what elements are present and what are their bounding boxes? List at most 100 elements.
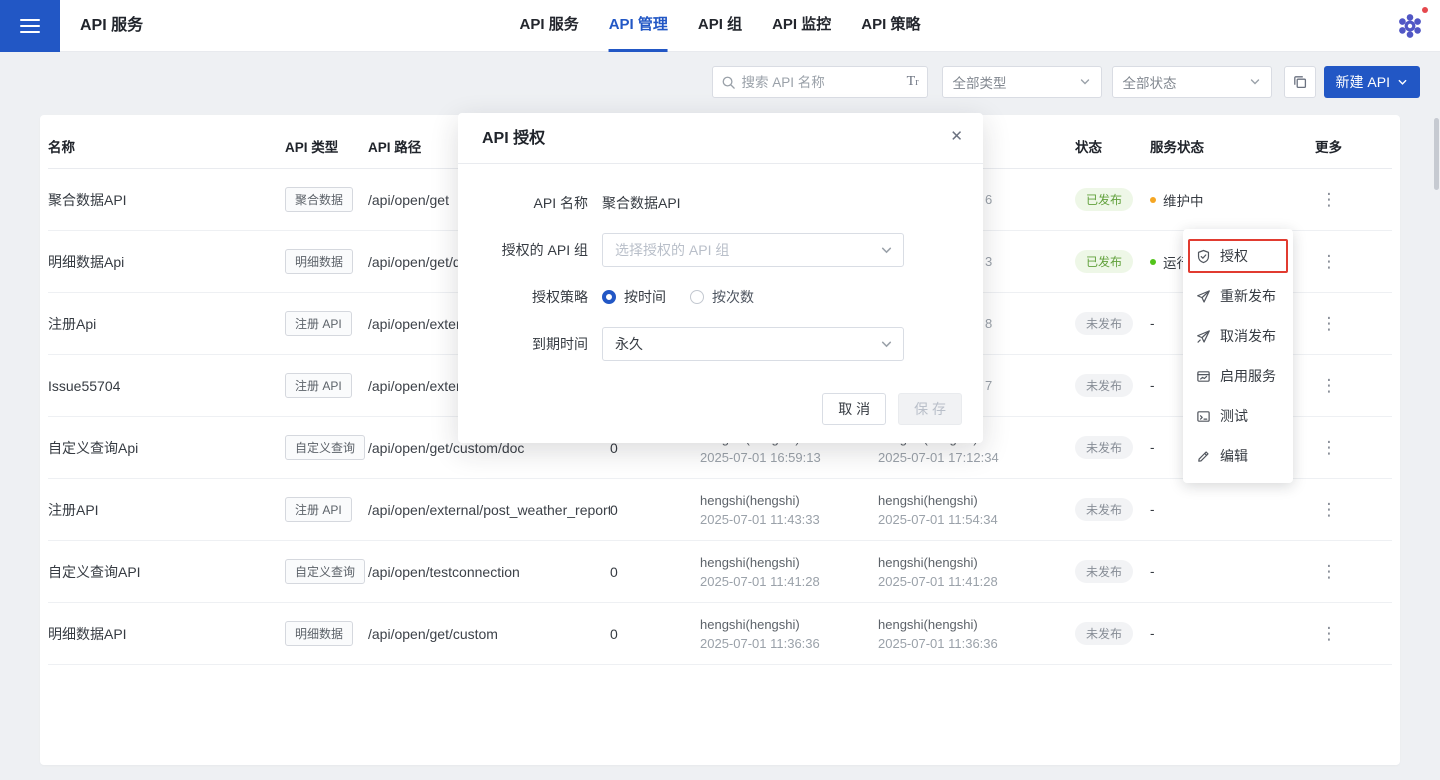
api-type-tag: 自定义查询 [285, 559, 365, 584]
api-group-label: 授权的 API 组 [458, 240, 588, 260]
table-row: 注册API注册 API/api/open/external/post_weath… [48, 479, 1392, 541]
more-actions-button[interactable]: ⋮ [1315, 500, 1392, 520]
status-badge: 未发布 [1075, 374, 1133, 397]
status-badge: 未发布 [1075, 498, 1133, 521]
service-status-dot [1150, 197, 1156, 203]
menu-item[interactable]: 授权 [1183, 236, 1293, 276]
radio-by-count[interactable] [690, 290, 704, 304]
menu-item[interactable]: 编辑 [1183, 436, 1293, 476]
menu-item[interactable]: 取消发布 [1183, 316, 1293, 356]
radio-by-count-label: 按次数 [712, 287, 754, 307]
api-type-tag: 注册 API [285, 373, 352, 398]
status-cell: 已发布 [1075, 188, 1150, 211]
edit-pencil-icon [1196, 449, 1211, 464]
table-row: 明细数据API明细数据/api/open/get/custom0hengshi(… [48, 603, 1392, 665]
create-info: hengshi(hengshi)2025-07-01 11:43:33 [700, 491, 878, 529]
more-actions-button[interactable]: ⋮ [1315, 624, 1392, 644]
update-info: hengshi(hengshi)2025-07-01 11:54:34 [878, 491, 1075, 529]
api-type-cell: 聚合数据 [285, 187, 368, 212]
radio-by-time[interactable] [602, 290, 616, 304]
expire-select[interactable]: 永久 [602, 327, 904, 361]
status-badge: 未发布 [1075, 312, 1133, 335]
save-button[interactable]: 保 存 [898, 393, 962, 425]
api-type-tag: 自定义查询 [285, 435, 365, 460]
status-filter-select[interactable]: 全部状态 [1112, 66, 1272, 98]
api-name-value: 聚合数据API [602, 193, 681, 213]
api-name: Issue55704 [48, 378, 285, 394]
api-name: 自定义查询Api [48, 438, 285, 458]
expire-label: 到期时间 [458, 334, 588, 354]
vertical-scrollbar-thumb[interactable] [1434, 118, 1439, 190]
radio-by-time-label: 按时间 [624, 287, 666, 307]
chevron-down-icon [1397, 77, 1408, 88]
search-box[interactable]: Tr [712, 66, 928, 98]
service-status: - [1150, 626, 1315, 641]
close-icon[interactable]: ✕ [950, 129, 963, 144]
cancel-button[interactable]: 取 消 [822, 393, 886, 425]
create-info: hengshi(hengshi)2025-07-01 11:36:36 [700, 615, 878, 653]
nav-tabs: API 服务 API 管理 API 组 API 监控 API 策略 [520, 0, 921, 52]
shield-check-icon [1196, 249, 1211, 264]
more-vertical-icon: ⋮ [1319, 314, 1339, 334]
search-input[interactable] [742, 75, 907, 90]
type-filter-select[interactable]: 全部类型 [942, 66, 1102, 98]
api-type-cell: 明细数据 [285, 249, 368, 274]
more-actions-button[interactable]: ⋮ [1315, 252, 1392, 272]
more-actions-button[interactable]: ⋮ [1315, 562, 1392, 582]
chevron-down-icon [880, 338, 893, 351]
top-navigation-bar: API 服务 API 服务 API 管理 API 组 API 监控 API 策略 [0, 0, 1440, 52]
api-type-cell: 自定义查询 [285, 559, 368, 584]
update-info: hengshi(hengshi)2025-07-01 11:41:28 [878, 553, 1075, 591]
status-cell: 未发布 [1075, 622, 1150, 645]
more-actions-button[interactable]: ⋮ [1315, 438, 1392, 458]
api-type-cell: 明细数据 [285, 621, 368, 646]
row-actions-menu: 授权重新发布取消发布启用服务测试编辑 [1183, 229, 1293, 483]
api-name: 注册Api [48, 314, 285, 334]
nav-tab[interactable]: API 策略 [861, 0, 920, 52]
status-badge: 已发布 [1075, 188, 1133, 211]
status-badge: 已发布 [1075, 250, 1133, 273]
api-type-tag: 明细数据 [285, 249, 353, 274]
api-call-count: 0 [610, 502, 700, 518]
paper-plane-icon [1196, 289, 1211, 304]
api-call-count: 0 [610, 626, 700, 642]
more-vertical-icon: ⋮ [1319, 438, 1339, 458]
app-logo-icon[interactable] [1396, 12, 1424, 40]
api-group-select[interactable]: 选择授权的 API 组 [602, 233, 904, 267]
nav-tab[interactable]: API 管理 [609, 0, 668, 52]
menu-item[interactable]: 测试 [1183, 396, 1293, 436]
hamburger-icon [20, 19, 40, 21]
more-vertical-icon: ⋮ [1319, 376, 1339, 396]
menu-item-label: 重新发布 [1220, 286, 1276, 306]
api-name-label: API 名称 [458, 193, 588, 213]
menu-item[interactable]: 重新发布 [1183, 276, 1293, 316]
more-actions-button[interactable]: ⋮ [1315, 190, 1392, 210]
api-call-count: 0 [610, 564, 700, 580]
batch-select-button[interactable] [1284, 66, 1316, 98]
chevron-down-icon [1249, 76, 1261, 88]
api-type-tag: 明细数据 [285, 621, 353, 646]
column-header: 服务状态 [1150, 136, 1315, 156]
paper-plane-slash-icon [1196, 329, 1211, 344]
nav-tab[interactable]: API 监控 [772, 0, 831, 52]
status-badge: 未发布 [1075, 622, 1133, 645]
text-match-icon[interactable]: Tr [907, 75, 919, 89]
api-name: 明细数据Api [48, 252, 285, 272]
menu-item-label: 启用服务 [1220, 366, 1276, 386]
more-actions-button[interactable]: ⋮ [1315, 314, 1392, 334]
status-cell: 未发布 [1075, 436, 1150, 459]
more-actions-button[interactable]: ⋮ [1315, 376, 1392, 396]
api-name: 聚合数据API [48, 190, 285, 210]
more-vertical-icon: ⋮ [1319, 252, 1339, 272]
status-cell: 未发布 [1075, 374, 1150, 397]
update-info: hengshi(hengshi)2025-07-01 11:36:36 [878, 615, 1075, 653]
api-path: /api/open/get/custom [368, 626, 610, 642]
nav-tab[interactable]: API 服务 [520, 0, 579, 52]
dialog-title: API 授权 [458, 113, 983, 164]
menu-item[interactable]: 启用服务 [1183, 356, 1293, 396]
new-api-button[interactable]: 新建 API [1324, 66, 1420, 98]
api-group-placeholder: 选择授权的 API 组 [615, 240, 729, 260]
nav-tab[interactable]: API 组 [698, 0, 742, 52]
column-header: 状态 [1075, 136, 1150, 156]
hamburger-menu-button[interactable] [0, 0, 60, 52]
